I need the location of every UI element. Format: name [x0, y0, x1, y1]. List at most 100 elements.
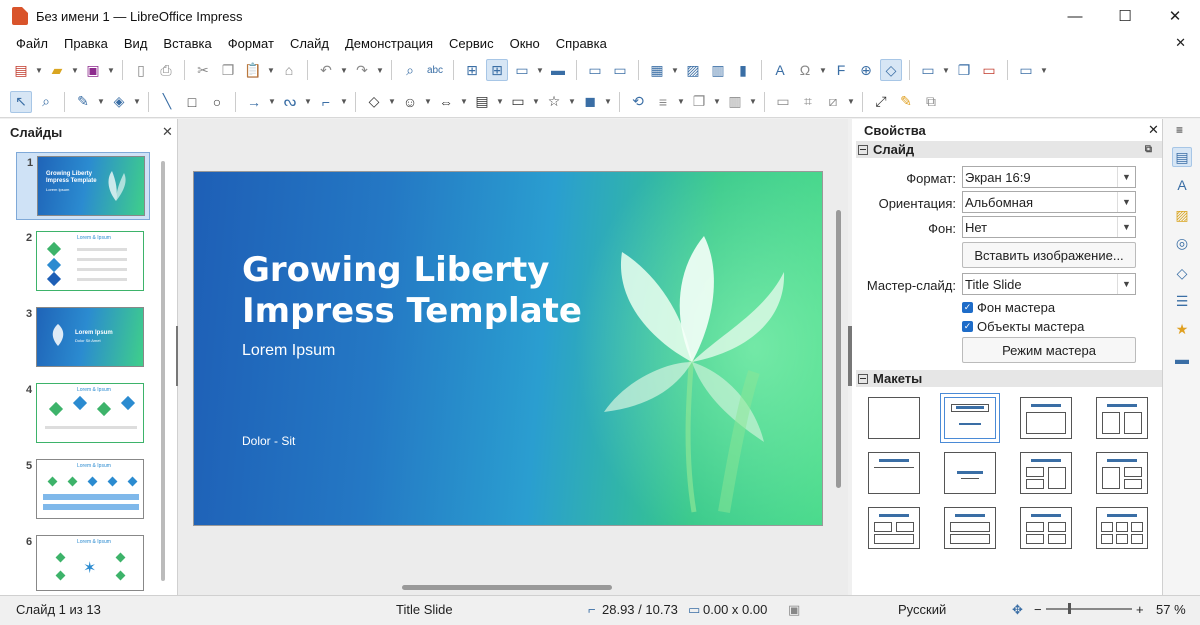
menu-format[interactable]: Формат — [220, 36, 282, 51]
align-icon[interactable]: ≡ — [652, 91, 674, 113]
line-color-dropdown-icon[interactable]: ▼ — [97, 97, 105, 106]
minimize-button[interactable]: — — [1050, 0, 1100, 32]
language-status[interactable]: Русский — [898, 602, 946, 617]
filter-icon[interactable]: ⧄ — [822, 91, 844, 113]
image-icon[interactable]: ▨ — [682, 59, 704, 81]
new-slide-dropdown-icon[interactable]: ▼ — [942, 66, 950, 75]
arrange-icon[interactable]: ❐ — [688, 91, 710, 113]
menu-slideshow[interactable]: Демонстрация — [337, 36, 441, 51]
layout-blank[interactable] — [868, 397, 920, 439]
menu-help[interactable]: Справка — [548, 36, 615, 51]
glue-icon[interactable]: ✎ — [895, 91, 917, 113]
layout-title-only[interactable] — [868, 452, 920, 494]
more-options-icon[interactable]: ⧉ — [1145, 144, 1152, 155]
basic-shapes-icon[interactable]: ◇ — [363, 91, 385, 113]
basic-shapes-dropdown-icon[interactable]: ▼ — [388, 97, 396, 106]
slide-section-header[interactable]: Слайд ⧉ — [856, 141, 1162, 158]
curve-dropdown-icon[interactable]: ▼ — [304, 97, 312, 106]
toggle-extrusion-icon[interactable]: ⧉ — [920, 91, 942, 113]
checkbox-checked-icon[interactable]: ✓ — [962, 302, 973, 313]
fill-color-dropdown-icon[interactable]: ▼ — [133, 97, 141, 106]
fit-slide-icon[interactable]: ✥ — [1012, 602, 1023, 618]
align-dropdown-icon[interactable]: ▼ — [677, 97, 685, 106]
master-slides-deck-icon[interactable]: ▬ — [1172, 349, 1192, 369]
duplicate-slide-icon[interactable]: ❐ — [953, 59, 975, 81]
shadow-icon[interactable]: ▭ — [772, 91, 794, 113]
orientation-select[interactable]: Альбомная ▼ — [962, 191, 1136, 213]
slide-thumbnail-5[interactable]: 5 Lorem & Ipsum — [16, 456, 150, 524]
symbol-shapes-dropdown-icon[interactable]: ▼ — [424, 97, 432, 106]
flowchart-dropdown-icon[interactable]: ▼ — [496, 97, 504, 106]
table-icon[interactable]: ▦ — [646, 59, 668, 81]
filter-dropdown-icon[interactable]: ▼ — [847, 97, 855, 106]
slide-thumbnail-2[interactable]: 2 Lorem & Ipsum — [16, 228, 150, 296]
layout-title-content[interactable] — [1020, 397, 1072, 439]
styles-deck-icon[interactable]: A — [1172, 175, 1192, 195]
deck-menu-icon[interactable]: ≡ — [1176, 123, 1183, 137]
menu-insert[interactable]: Вставка — [155, 36, 219, 51]
new-slide-icon[interactable]: ▭ — [917, 59, 939, 81]
crop-icon[interactable]: ⌗ — [797, 91, 819, 113]
master-mode-button[interactable]: Режим мастера — [962, 337, 1136, 363]
ellipse-icon[interactable]: ○ — [206, 91, 228, 113]
paste-icon[interactable]: 📋 — [242, 59, 264, 81]
layout-title-4content[interactable] — [1020, 507, 1072, 549]
fill-color-icon[interactable]: ◈ — [108, 91, 130, 113]
grid-icon[interactable]: ⊞ — [461, 59, 483, 81]
new-dropdown-icon[interactable]: ▼ — [35, 66, 43, 75]
layout-title-6content[interactable] — [1096, 507, 1148, 549]
layout-title-2content-over-content[interactable] — [868, 507, 920, 549]
open-icon[interactable]: ▰ — [46, 59, 68, 81]
properties-deck-icon[interactable]: ▤ — [1172, 147, 1192, 167]
close-window-button[interactable]: ✕ — [1150, 0, 1200, 32]
connector-dropdown-icon[interactable]: ▼ — [340, 97, 348, 106]
line-color-icon[interactable]: ✎ — [72, 91, 94, 113]
open-dropdown-icon[interactable]: ▼ — [71, 66, 79, 75]
layout-title-2content-content[interactable] — [1020, 452, 1072, 494]
master-background-checkbox[interactable]: ✓ Фон мастера — [962, 300, 1055, 315]
clone-format-icon[interactable]: ⌂ — [278, 59, 300, 81]
menu-window[interactable]: Окно — [502, 36, 548, 51]
collapse-box-icon[interactable] — [858, 373, 868, 384]
delete-slide-icon[interactable]: ▭ — [978, 59, 1000, 81]
zoom-level[interactable]: 57 % — [1156, 602, 1186, 617]
block-arrows-dropdown-icon[interactable]: ▼ — [460, 97, 468, 106]
slide-title[interactable]: Growing Liberty Impress Template — [242, 250, 582, 332]
table-dropdown-icon[interactable]: ▼ — [671, 66, 679, 75]
new-icon[interactable]: ▤ — [10, 59, 32, 81]
menu-edit[interactable]: Правка — [56, 36, 116, 51]
arrange-dropdown-icon[interactable]: ▼ — [713, 97, 721, 106]
properties-close-icon[interactable]: ✕ — [1148, 122, 1159, 138]
display-views-icon[interactable]: ▭ — [511, 59, 533, 81]
undo-dropdown-icon[interactable]: ▼ — [340, 66, 348, 75]
slide-transition-deck-icon[interactable]: ☰ — [1172, 291, 1192, 311]
save-icon[interactable]: ▣ — [82, 59, 104, 81]
slide-thumbnail-4[interactable]: 4 Lorem & Ipsum — [16, 380, 150, 448]
master-objects-checkbox[interactable]: ✓ Объекты мастера — [962, 319, 1084, 334]
callouts-icon[interactable]: ▭ — [507, 91, 529, 113]
format-select[interactable]: Экран 16:9 ▼ — [962, 166, 1136, 188]
master-slide-select[interactable]: Title Slide ▼ — [962, 273, 1136, 295]
start-current-icon[interactable]: ▭ — [609, 59, 631, 81]
distribute-icon[interactable]: ▥ — [724, 91, 746, 113]
export-pdf-icon[interactable]: ▯ — [130, 59, 152, 81]
layout-title-two-content[interactable] — [1096, 397, 1148, 439]
print-icon[interactable]: ⎙ — [155, 59, 177, 81]
chart-icon[interactable]: ▮ — [732, 59, 754, 81]
special-char-dropdown-icon[interactable]: ▼ — [819, 66, 827, 75]
insert-image-button[interactable]: Вставить изображение... — [962, 242, 1136, 268]
rectangle-icon[interactable]: □ — [181, 91, 203, 113]
layout-title-content-2content[interactable] — [1096, 452, 1148, 494]
vertical-scrollbar[interactable] — [836, 210, 841, 488]
fontwork-icon[interactable]: F — [830, 59, 852, 81]
start-first-icon[interactable]: ▭ — [584, 59, 606, 81]
layouts-section-header[interactable]: Макеты — [856, 370, 1162, 387]
symbol-shapes-icon[interactable]: ☺ — [399, 91, 421, 113]
slides-pane-scrollbar[interactable] — [161, 161, 165, 581]
flowchart-icon[interactable]: ▤ — [471, 91, 493, 113]
select-icon[interactable]: ↖ — [10, 90, 32, 113]
stars-dropdown-icon[interactable]: ▼ — [568, 97, 576, 106]
save-dropdown-icon[interactable]: ▼ — [107, 66, 115, 75]
zoom-in-button[interactable]: + — [1136, 602, 1144, 617]
display-views-dropdown-icon[interactable]: ▼ — [536, 66, 544, 75]
